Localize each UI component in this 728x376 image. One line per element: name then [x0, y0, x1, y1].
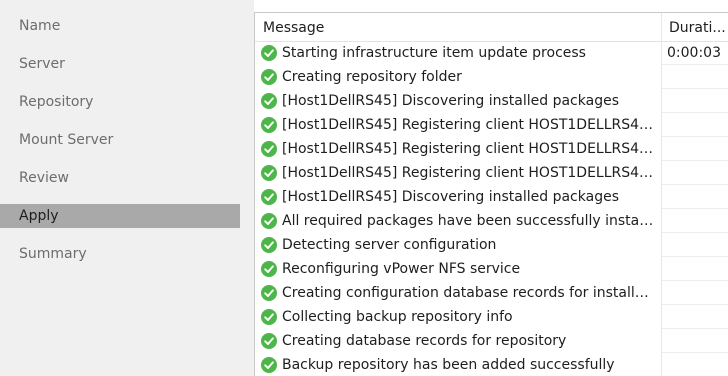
row-duration [667, 329, 727, 353]
check-circle-icon [261, 45, 277, 61]
check-circle-icon [261, 237, 277, 253]
row-message: [Host1DellRS45] Registering client HOST1… [282, 141, 656, 157]
check-circle-icon [261, 213, 277, 229]
table-row[interactable]: [Host1DellRS45] Registering client HOST1… [255, 161, 728, 185]
check-circle-icon [261, 357, 277, 373]
table-row[interactable]: [Host1DellRS45] Registering client HOST1… [255, 113, 728, 137]
check-circle-icon [261, 141, 277, 157]
row-duration [667, 89, 727, 113]
check-circle-icon [261, 165, 277, 181]
table-row[interactable]: Creating database records for repository [255, 329, 728, 353]
step-server[interactable]: Server [0, 52, 240, 76]
table-row[interactable]: [Host1DellRS45] Discovering installed pa… [255, 185, 728, 209]
check-circle-icon [261, 309, 277, 325]
row-message: All required packages have been successf… [282, 213, 656, 229]
check-circle-icon [261, 69, 277, 85]
row-duration [667, 257, 727, 281]
row-message: Creating configuration database records … [282, 285, 656, 301]
row-duration [667, 137, 727, 161]
row-duration [667, 65, 727, 89]
table-row[interactable]: Creating configuration database records … [255, 281, 728, 305]
row-message: [Host1DellRS45] Registering client HOST1… [282, 117, 656, 133]
row-message: Reconfiguring vPower NFS service [282, 261, 521, 277]
row-duration [667, 185, 727, 209]
table-row[interactable]: Backup repository has been added success… [255, 353, 728, 376]
check-circle-icon [261, 285, 277, 301]
row-duration [667, 233, 727, 257]
row-message: Detecting server configuration [282, 237, 497, 253]
row-message: Creating repository folder [282, 69, 462, 85]
check-circle-icon [261, 333, 277, 349]
step-apply[interactable]: Apply [0, 204, 240, 228]
row-message: Creating database records for repository [282, 333, 567, 349]
row-message: [Host1DellRS45] Discovering installed pa… [282, 93, 619, 109]
column-header-duration[interactable]: Durati... [669, 13, 728, 41]
table-row[interactable]: [Host1DellRS45] Discovering installed pa… [255, 89, 728, 113]
row-duration: 0:00:03 [667, 45, 721, 61]
column-header-message[interactable]: Message [263, 13, 659, 41]
step-repository[interactable]: Repository [0, 90, 240, 114]
table-row[interactable]: Reconfiguring vPower NFS service [255, 257, 728, 281]
step-mount-server[interactable]: Mount Server [0, 128, 240, 152]
row-message: [Host1DellRS45] Discovering installed pa… [282, 189, 619, 205]
panel-divider [240, 0, 254, 376]
check-circle-icon [261, 261, 277, 277]
row-duration [667, 305, 727, 329]
row-duration [667, 161, 727, 185]
row-duration [667, 353, 727, 376]
step-review[interactable]: Review [0, 166, 240, 190]
check-circle-icon [261, 189, 277, 205]
row-duration [667, 113, 727, 137]
row-duration [667, 281, 727, 305]
table-header: Message Durati... [255, 13, 728, 42]
table-row[interactable]: Creating repository folder [255, 65, 728, 89]
table-row[interactable]: Detecting server configuration [255, 233, 728, 257]
row-message: Collecting backup repository info [282, 309, 513, 325]
log-table[interactable]: Message Durati... Starting infrastructur… [254, 12, 728, 376]
row-duration [667, 209, 727, 233]
step-name[interactable]: Name [0, 14, 240, 38]
table-row[interactable]: Collecting backup repository info [255, 305, 728, 329]
row-message: Backup repository has been added success… [282, 357, 615, 373]
row-message: [Host1DellRS45] Registering client HOST1… [282, 165, 656, 181]
table-row[interactable]: All required packages have been successf… [255, 209, 728, 233]
check-circle-icon [261, 93, 277, 109]
row-message: Starting infrastructure item update proc… [282, 45, 586, 61]
check-circle-icon [261, 117, 277, 133]
table-row[interactable]: [Host1DellRS45] Registering client HOST1… [255, 137, 728, 161]
step-summary[interactable]: Summary [0, 242, 240, 266]
wizard-steps-sidebar: Name Server Repository Mount Server Revi… [0, 0, 240, 376]
table-row[interactable]: Starting infrastructure item update proc… [255, 41, 728, 65]
